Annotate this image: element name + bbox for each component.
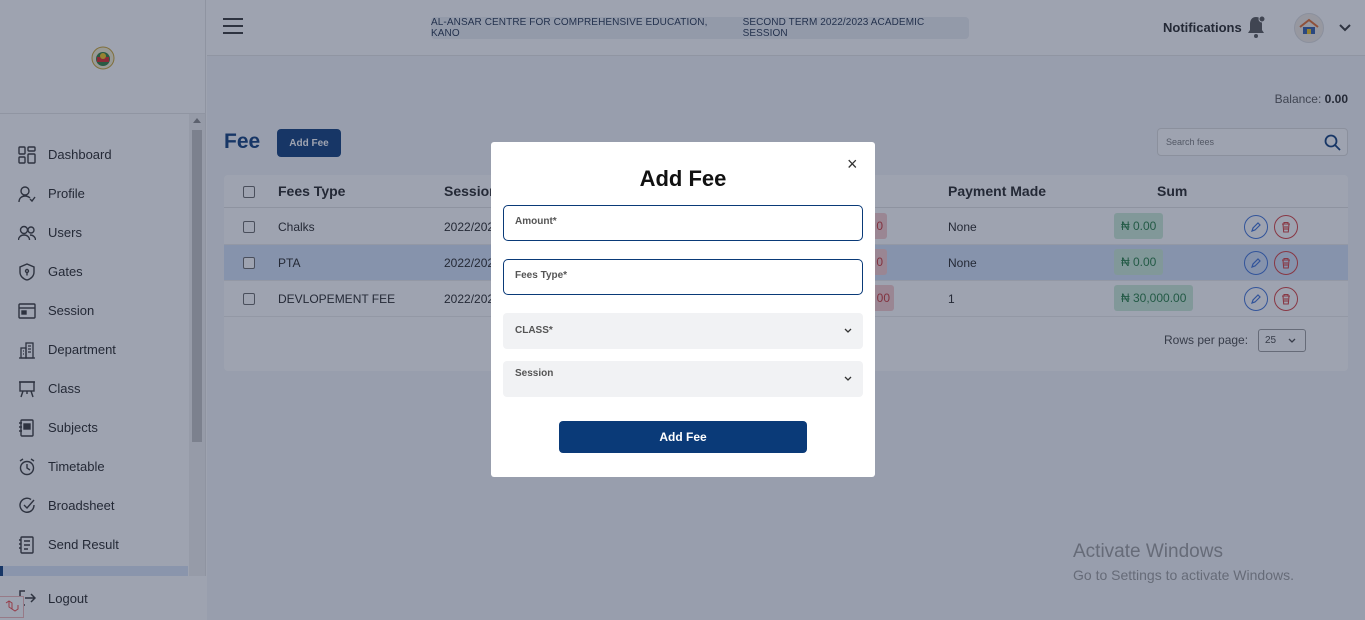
class-select[interactable]: CLASS* [503, 313, 863, 349]
session-select[interactable]: Session [503, 361, 863, 397]
add-fee-modal: Add Fee × Amount* Fees Type* CLASS* Sess… [491, 142, 875, 477]
modal-title: Add Fee [639, 166, 727, 191]
chevron-down-icon [844, 376, 852, 381]
close-icon[interactable]: × [847, 155, 858, 173]
submit-add-fee-button[interactable]: Add Fee [559, 421, 807, 453]
chevron-down-icon [844, 328, 852, 333]
class-placeholder: CLASS* [515, 325, 553, 336]
amount-field[interactable]: Amount* [503, 205, 863, 241]
amount-placeholder: Amount* [515, 216, 557, 227]
fees-type-placeholder: Fees Type* [515, 270, 568, 281]
session-placeholder: Session [515, 368, 554, 379]
fees-type-field[interactable]: Fees Type* [503, 259, 863, 295]
